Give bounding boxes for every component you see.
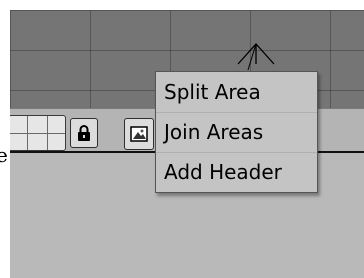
menu-item-split-area[interactable]: Split Area <box>156 73 317 113</box>
lock-button[interactable] <box>70 118 98 148</box>
app-window: Split Area Join Areas Add Header <box>10 10 364 278</box>
lock-icon <box>78 125 90 141</box>
axis-gizmo-icon <box>237 43 275 71</box>
context-menu: Split Area Join Areas Add Header <box>155 71 318 193</box>
grid-layout-button[interactable] <box>10 115 66 151</box>
image-icon <box>130 126 148 142</box>
menu-item-add-header[interactable]: Add Header <box>156 153 317 192</box>
menu-item-join-areas[interactable]: Join Areas <box>156 113 317 153</box>
partial-label: e <box>0 143 8 167</box>
image-button[interactable] <box>124 118 154 150</box>
